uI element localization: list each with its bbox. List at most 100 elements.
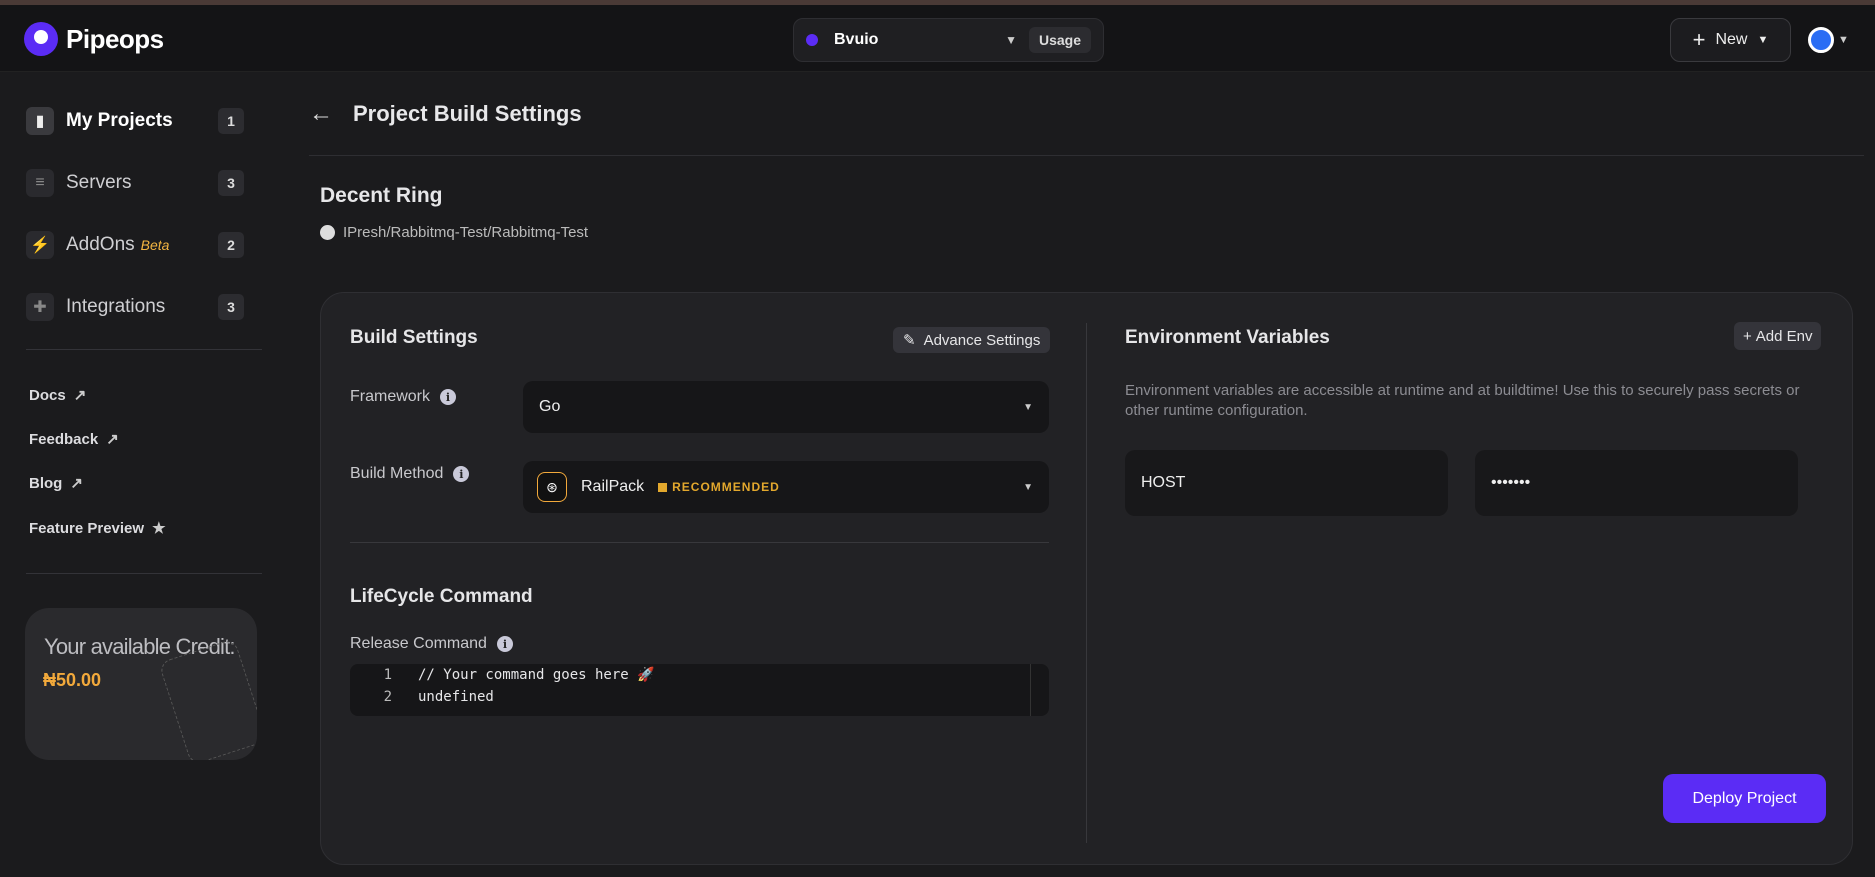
framework-select[interactable]: Go ▼ [523,381,1049,433]
new-button[interactable]: + New ▼ [1670,18,1791,62]
build-method-value: RailPack [581,478,645,495]
link-label: Feature Preview [29,519,145,537]
blog-link[interactable]: Blog ↗ [29,474,83,493]
docs-link[interactable]: Docs ↗ [29,386,87,405]
shooting-star-icon: ★ [152,520,166,537]
brand-name: Pipeops [66,23,164,54]
code-line: 2 undefined [350,686,494,708]
beta-badge: Beta [140,237,170,253]
page-header: ← Project Build Settings [309,100,582,128]
header-divider [309,155,1864,156]
framework-label: Framework i [350,388,457,406]
sidebar-item-label: My Projects [66,110,173,131]
env-title: Environment Variables [1125,327,1330,348]
github-icon [320,225,335,240]
external-link-icon: ↗ [73,387,87,404]
external-link-icon: ↗ [106,431,119,448]
info-icon[interactable]: i [453,466,470,482]
info-icon[interactable]: i [440,389,457,405]
framework-value: Go [539,398,561,415]
deploy-project-button[interactable]: Deploy Project [1663,774,1826,823]
logo[interactable]: Pipeops [24,22,164,56]
top-header: Pipeops Bvuio ▼ Usage + New ▼ ▼ [0,5,1875,72]
sidebar-item-label: Servers [66,172,132,193]
code-text: // Your command goes here 🚀 [418,667,655,683]
caret-down-icon: ▼ [1023,481,1033,493]
credit-card: Your available Credit: ₦50.00 [25,608,257,760]
feature-preview-link[interactable]: Feature Preview ★ [29,519,166,538]
pencil-icon: ✎ [903,332,916,349]
line-number: 1 [383,667,392,683]
panel-divider [1086,323,1087,843]
release-command-editor[interactable]: 1 // Your command goes here 🚀 2 undefine… [350,664,1049,716]
sidebar-item-servers[interactable]: ≡ Servers 3 [26,165,244,201]
info-icon[interactable]: i [496,636,513,652]
add-env-button[interactable]: + Add Env [1734,322,1822,350]
env-value-masked: ••••••• [1491,474,1531,491]
recommended-badge: RECOMMENDED [658,480,780,494]
chevron-down-icon: ▼ [1757,34,1769,46]
sidebar-item-addons[interactable]: ⚡ AddOns Beta 2 [26,227,244,263]
add-env-label: Add Env [1755,327,1813,345]
project-name: Decent Ring [320,184,443,207]
env-description: Environment variables are accessible at … [1125,382,1800,419]
env-key-input[interactable]: HOST [1125,450,1448,516]
feedback-link[interactable]: Feedback ↗ [29,430,119,449]
code-text: undefined [418,689,494,705]
usage-button[interactable]: Usage [1028,27,1091,53]
plus-icon: + [1743,327,1752,345]
workspace-dot-icon [806,34,818,46]
release-command-label: Release Command i [350,635,513,653]
count-badge: 3 [218,170,244,196]
build-method-label-text: Build Method [350,465,444,482]
caret-down-icon: ▼ [1023,401,1033,413]
user-menu[interactable]: ▼ [1808,27,1849,53]
advance-settings-button[interactable]: ✎ Advance Settings [893,327,1051,353]
workspace-selector[interactable]: Bvuio ▼ Usage [793,18,1104,62]
sidebar-item-label: AddOns [66,234,135,255]
section-divider [350,542,1049,543]
sidebar: ▮ My Projects 1 ≡ Servers 3 ⚡ AddOns Beta… [0,73,262,877]
framework-label-text: Framework [350,388,431,405]
workspace-name: Bvuio [834,31,879,48]
build-method-select[interactable]: ⊛ RailPack RECOMMENDED ▼ [523,461,1049,513]
credit-value: ₦50.00 [43,670,102,690]
code-line: 1 // Your command goes here 🚀 [350,664,655,686]
new-button-label: New [1715,31,1748,48]
repo-path: IPresh/Rabbitmq-Test/Rabbitmq-Test [343,224,589,241]
deploy-label: Deploy Project [1692,789,1797,807]
sidebar-item-integrations[interactable]: ✚ Integrations 3 [26,289,244,325]
chevron-down-icon: ▼ [1838,34,1849,46]
chevron-down-icon[interactable]: ▼ [1005,33,1017,47]
lifecycle-title: LifeCycle Command [350,586,533,607]
page-title: Project Build Settings [353,101,582,126]
env-key-value: HOST [1141,474,1186,491]
sidebar-divider [26,349,262,350]
editor-scrollbar[interactable] [1030,664,1031,716]
avatar[interactable] [1808,27,1834,53]
rocket-logo-icon [24,22,58,56]
railpack-logo-icon: ⊛ [537,472,567,502]
external-link-icon: ↗ [70,475,83,492]
count-badge: 2 [218,232,244,258]
sidebar-divider [26,573,262,574]
env-value-input[interactable]: ••••••• [1475,450,1798,516]
release-command-label-text: Release Command [350,635,487,652]
advance-settings-label: Advance Settings [923,331,1041,349]
back-arrow-icon[interactable]: ← [309,100,333,128]
recommended-text: RECOMMENDED [672,480,780,494]
plug-icon: ⚡ [26,231,54,259]
plus-icon: + [1692,27,1706,52]
repo-link[interactable]: IPresh/Rabbitmq-Test/Rabbitmq-Test [320,224,588,241]
sidebar-item-label: Integrations [66,296,166,317]
badge-square-icon [658,482,668,492]
puzzle-icon: ✚ [26,293,54,321]
sidebar-item-my-projects[interactable]: ▮ My Projects 1 [26,103,244,139]
file-icon: ▮ [26,107,54,135]
server-icon: ≡ [26,169,54,197]
line-number: 2 [383,689,392,705]
link-label: Blog [29,474,63,492]
count-badge: 3 [218,294,244,320]
build-settings-title: Build Settings [350,327,478,348]
count-badge: 1 [218,108,244,134]
